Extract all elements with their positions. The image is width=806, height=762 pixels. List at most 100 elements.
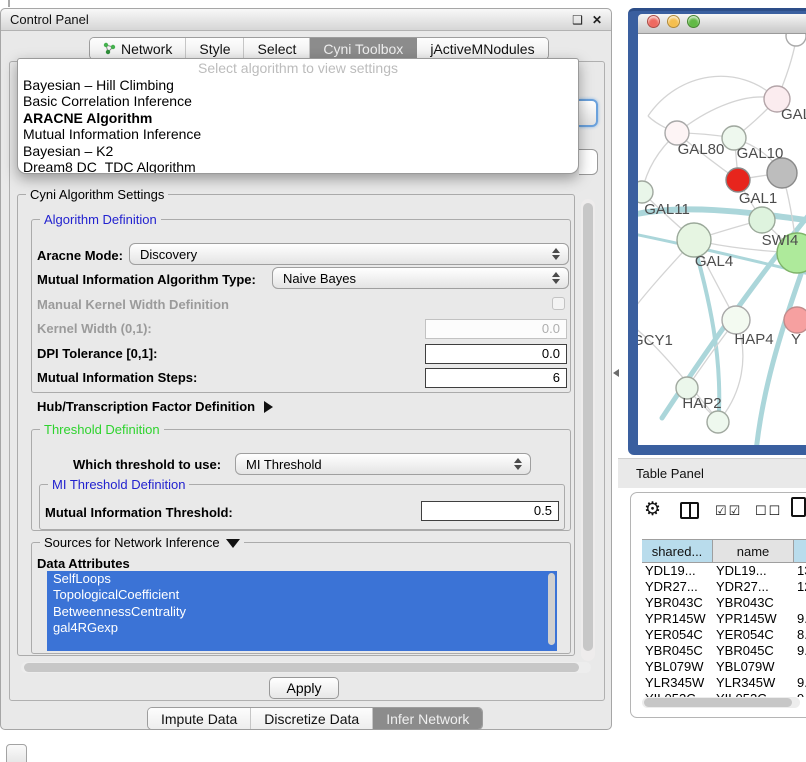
minimize-button[interactable] [667,15,680,28]
mi-steps-field[interactable]: 6 [425,368,567,388]
close-button[interactable] [647,15,660,28]
select-all-rows-icon[interactable]: ☑☑ [715,503,742,519]
mi-algorithm-type-combo[interactable]: Naive Bayes [272,267,569,289]
vertical-scroll-thumb[interactable] [583,203,593,651]
zoom-button[interactable] [687,15,700,28]
which-threshold-combo[interactable]: MI Threshold [235,453,531,475]
tab-impute-data[interactable]: Impute Data [148,708,251,729]
column-header-name[interactable]: name [713,540,794,562]
column-view-icon[interactable] [680,502,699,519]
aracne-mode-combo[interactable]: Discovery [129,243,569,265]
attributes-list-scrollbar[interactable] [548,573,555,645]
mini-window-icon[interactable] [6,744,27,762]
background-combobox-fragment[interactable] [579,99,598,127]
table-cell: YBR043C [642,595,713,611]
which-threshold-label: Which threshold to use: [73,457,221,472]
tab-network[interactable]: Network [90,38,186,59]
column-header-col3[interactable] [794,540,806,562]
table-panel-titlebar: Table Panel [618,458,806,488]
kernel-width-field[interactable]: 0.0 [425,319,567,339]
attribute-item-selfloops[interactable]: SelfLoops [47,571,557,587]
tab-select[interactable]: Select [244,38,310,59]
settings-gear-icon[interactable]: ⚙ [644,498,661,521]
table-cell: YBR043C [713,595,794,611]
table-cell: 13 [794,563,806,579]
column-header-shared[interactable]: shared... [642,540,713,562]
network-node-swi4[interactable] [749,207,775,233]
network-node[interactable] [767,158,797,188]
network-node[interactable] [786,34,806,46]
group-title-threshold-definition: Threshold Definition [40,422,164,437]
data-attributes-list[interactable]: SelfLoopsTopologicalCoefficientBetweenne… [47,571,557,651]
table-panel-title: Table Panel [636,466,704,481]
network-node-gal4[interactable] [677,223,711,257]
tab-style[interactable]: Style [186,38,244,59]
apply-button[interactable]: Apply [269,677,339,699]
close-window-icon[interactable]: ✕ [592,13,602,27]
table-row[interactable]: YPR145WYPR145W9. [642,611,806,627]
table-cell: 9 [794,691,806,697]
combo-arrows-icon [552,272,560,284]
traffic-light-buttons [647,15,707,33]
unselect-all-rows-icon[interactable]: ☐☐ [755,503,782,519]
algorithm-option-bayesian-k2[interactable]: Bayesian – K2 [18,143,578,159]
hub-definition-expander[interactable]: Hub/Transcription Factor Definition [37,399,273,414]
table-cell: YBL079W [642,659,713,675]
tab-infer-network[interactable]: Infer Network [373,708,482,729]
tab-discretize-data[interactable]: Discretize Data [251,708,373,729]
algorithm-option-basic-correlation-inference[interactable]: Basic Correlation Inference [18,93,578,109]
tab-jactivemnodules[interactable]: jActiveMNodules [417,38,547,59]
settings-vertical-scrollbar[interactable] [581,199,595,661]
network-node-gal1[interactable] [726,168,750,192]
export-table-icon[interactable] [791,497,806,517]
network-node-gal11[interactable] [638,181,653,203]
algorithm-option-mutual-information-inference[interactable]: Mutual Information Inference [18,126,578,142]
table-body: YDL19...YDL19...13YDR27...YDR27...12YBR0… [642,563,806,697]
network-canvas[interactable]: GALGAL80GAL10GAL1GAL11SWI4GAL4GCY1HAP4YH… [638,34,806,445]
table-cell [794,659,806,675]
mi-algorithm-type-label: Mutual Information Algorithm Type: [37,272,256,287]
table-scroll-thumb[interactable] [644,698,792,707]
mi-threshold-field[interactable]: 0.5 [421,501,559,521]
table-row[interactable]: YDR27...YDR27...12 [642,579,806,595]
table-cell: 9. [794,643,806,659]
manual-kernel-width-checkbox[interactable] [552,297,565,310]
tab-cyni-toolbox[interactable]: Cyni Toolbox [310,38,417,59]
control-panel-window: Control Panel ❑ ✕ NetworkStyleSelect Cyni… [0,8,612,730]
node-label-gcy1: GCY1 [638,332,673,349]
combo-arrows-icon [514,458,522,470]
dpi-tolerance-label: DPI Tolerance [0,1]: [37,346,157,361]
algorithm-option-bayesian-hill-climbing[interactable]: Bayesian – Hill Climbing [18,77,578,93]
tab-label: Cyni Toolbox [323,41,403,57]
float-window-icon[interactable]: ❑ [572,13,583,27]
which-threshold-value: MI Threshold [246,457,322,472]
attribute-item-gal4rgexp[interactable]: gal4RGexp [47,620,557,636]
horizontal-scroll-thumb[interactable] [24,663,579,672]
table-row[interactable]: YBR043CYBR043C [642,595,806,611]
algorithm-option-aracne-algorithm[interactable]: ARACNE Algorithm [18,110,578,126]
table-cell: YLR345W [713,675,794,691]
network-node[interactable] [707,411,729,433]
table-row[interactable]: YBL079WYBL079W [642,659,806,675]
network-node-y[interactable] [784,307,806,333]
dpi-tolerance-field[interactable]: 0.0 [425,344,567,364]
control-panel-titlebar: Control Panel ❑ ✕ [1,9,611,31]
table-row[interactable]: YBR045CYBR045C9. [642,643,806,659]
background-field-fragment[interactable] [579,149,598,175]
algorithm-option-dream8-dc-tdc-algorithm[interactable]: Dream8 DC_TDC Algorithm [18,159,578,174]
mi-threshold-label: Mutual Information Threshold: [45,505,233,520]
network-window-titlebar[interactable] [638,14,806,34]
table-cell: 9. [794,675,806,691]
network-node-hap4[interactable] [722,306,750,334]
group-title-sources[interactable]: Sources for Network Inference [40,535,244,550]
attribute-item-topologicalcoefficient[interactable]: TopologicalCoefficient [47,587,557,603]
settings-horizontal-scrollbar[interactable] [21,662,591,673]
attribute-item-betweennesscentrality[interactable]: BetweennessCentrality [47,604,557,620]
split-handle-arrow[interactable] [613,369,619,377]
table-row[interactable]: YLR345WYLR345W9. [642,675,806,691]
table-horizontal-scrollbar[interactable] [642,697,800,708]
control-panel-tabs: NetworkStyleSelect Cyni Toolbox jActiveMNo… [89,37,549,60]
screen: Control Panel ❑ ✕ NetworkStyleSelect Cyni… [0,0,806,762]
table-row[interactable]: YDL19...YDL19...13 [642,563,806,579]
table-row[interactable]: YER054CYER054C8. [642,627,806,643]
